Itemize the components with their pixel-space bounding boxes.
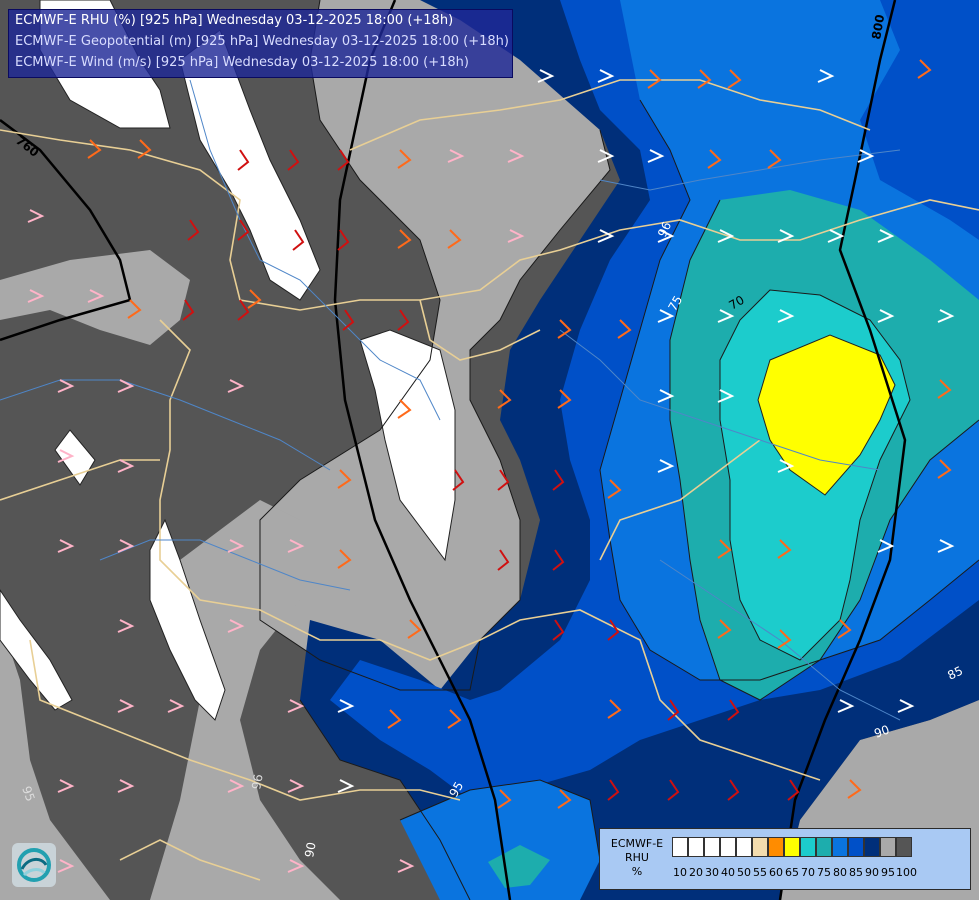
legend-swatch: [688, 837, 704, 857]
legend-title-line-1: ECMWF-E: [610, 837, 664, 850]
header-title-rhu: ECMWF-E RHU (%) [925 hPa] Wednesday 03-1…: [15, 13, 454, 28]
legend-tick-label: 65: [785, 866, 799, 879]
legend-swatch: [848, 837, 864, 857]
legend-swatch: [704, 837, 720, 857]
legend-swatch: [880, 837, 896, 857]
legend-swatch: [784, 837, 800, 857]
legend-swatch: [816, 837, 832, 857]
legend-swatch: [768, 837, 784, 857]
legend-swatch: [672, 837, 688, 857]
legend-swatch: [832, 837, 848, 857]
legend-tick-label: 95: [881, 866, 895, 879]
rhu-label-96b: 96: [249, 773, 265, 790]
legend-title: ECMWF-E RHU %: [604, 837, 670, 879]
legend-swatch: [800, 837, 816, 857]
legend-tick-label: 40: [721, 866, 735, 879]
legend-tick-label: 55: [753, 866, 767, 879]
header-title-wind: ECMWF-E Wind (m/s) [925 hPa] Wednesday 0…: [15, 55, 469, 70]
legend-swatch: [720, 837, 736, 857]
legend-title-line-3: %: [631, 865, 643, 878]
legend-tick-label: 60: [769, 866, 783, 879]
rhu-label-90b: 90: [302, 841, 318, 858]
legend-tick-label: 80: [833, 866, 847, 879]
legend-tick-label: 30: [705, 866, 719, 879]
legend-tick-label: 50: [737, 866, 751, 879]
rhu-legend: ECMWF-E RHU % 10 20 30 40 50 55 60 65 70 75 80 85 90…: [599, 828, 971, 890]
legend-swatch: [896, 837, 912, 857]
legend-tick-label: 85: [849, 866, 863, 879]
legend-swatch: [736, 837, 752, 857]
legend-tick-label: 70: [801, 866, 815, 879]
legend-swatch: [752, 837, 768, 857]
legend-swatches: [672, 837, 912, 859]
legend-tick-label: 20: [689, 866, 703, 879]
legend-swatch: [864, 837, 880, 857]
weather-map[interactable]: 760 800 96 75 70 85 90 95 96 90 95: [0, 0, 979, 900]
legend-tick-label: 10: [673, 866, 687, 879]
legend-tick-label: 100: [896, 866, 917, 879]
legend-tick-label: 90: [865, 866, 879, 879]
header-title-geopotential: ECMWF-E Geopotential (m) [925 hPa] Wedne…: [15, 34, 509, 49]
legend-tick-label: 75: [817, 866, 831, 879]
legend-ticks: 10 20 30 40 50 55 60 65 70 75 80 85 90 95 100: [672, 866, 917, 880]
ecmwf-logo-icon: [12, 843, 56, 887]
map-header: ECMWF-E RHU (%) [925 hPa] Wednesday 03-1…: [8, 9, 513, 78]
legend-title-line-2: RHU: [625, 851, 649, 864]
